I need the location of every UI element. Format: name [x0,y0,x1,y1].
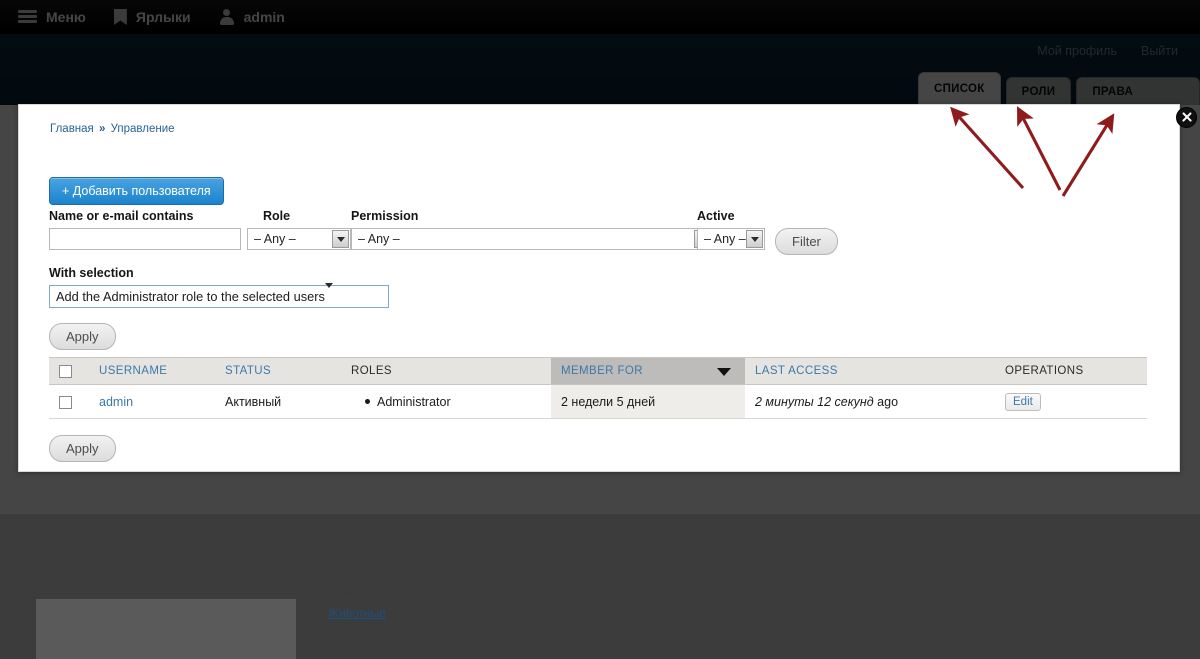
col-roles: ROLES [341,357,551,385]
cell-member-for: 2 недели 5 дней [551,384,745,419]
cell-operations: Edit [995,384,1147,419]
col-member-for-label: MEMBER FOR [561,365,643,377]
cell-status: Активный [215,384,341,419]
role-name: Administrator [377,394,451,409]
username-link[interactable]: admin [99,395,133,409]
bulk-action-value: Add the Administrator role to the select… [56,289,325,304]
row-select-cell [49,384,89,419]
users-table: USERNAME STATUS ROLES MEMBER FOR LAST AC… [49,357,1147,419]
chevron-down-icon [332,230,349,248]
active-filter-label: Active [697,209,735,223]
tag-link-zhivotnye[interactable]: Животные [328,606,386,620]
breadcrumb-separator: » [98,123,106,135]
col-operations: OPERATIONS [995,357,1147,385]
permission-filter-value: – Any – [358,232,400,246]
row-checkbox[interactable] [59,395,72,409]
tags-label: Tags: [328,583,357,597]
with-selection-label: With selection [49,266,134,280]
role-filter-select[interactable]: – Any – [247,228,351,250]
select-all-header [49,357,89,385]
last-access-value: 2 минуты 12 секунд [755,394,874,409]
cell-last-access: 2 минуты 12 секунд ago [745,384,995,419]
chevron-down-icon [746,230,763,248]
people-modal-dialog: Главная » Управление + Добавить пользова… [18,104,1180,472]
close-icon[interactable] [1176,107,1197,128]
name-filter-label: Name or e-mail contains [49,209,194,223]
col-status[interactable]: STATUS [215,357,341,385]
cell-username: admin [89,384,215,419]
role-filter-value: – Any – [254,232,296,246]
active-filter-value: – Any – [704,232,746,246]
name-filter-input[interactable] [49,228,241,250]
breadcrumb-home-link[interactable]: Главная [50,123,94,135]
col-username[interactable]: USERNAME [89,357,215,385]
role-filter-label: Role [263,209,291,223]
cell-roles: Administrator [341,384,551,419]
breadcrumb-current-link[interactable]: Управление [111,123,175,135]
background-image-placeholder [36,599,296,659]
table-header-row: USERNAME STATUS ROLES MEMBER FOR LAST AC… [49,357,1147,385]
apply-button-top[interactable]: Apply [49,323,116,350]
permission-filter-label: Permission [351,209,419,223]
tags-block: Tags: Животные [328,583,386,620]
breadcrumb: Главная » Управление [50,123,175,135]
table-row: admin Активный Administrator 2 недели 5 … [49,384,1147,419]
filter-button[interactable]: Filter [775,228,838,255]
bullet-icon [365,398,370,404]
bulk-action-select[interactable]: Add the Administrator role to the select… [49,283,389,308]
edit-button[interactable]: Edit [1005,392,1041,411]
apply-button-bottom[interactable]: Apply [49,435,116,462]
col-member-for[interactable]: MEMBER FOR [551,357,745,385]
col-last-access[interactable]: LAST ACCESS [745,357,995,385]
chevron-down-icon [324,283,333,305]
select-all-checkbox[interactable] [59,364,72,378]
active-filter-select[interactable]: – Any – [697,228,765,250]
sort-descending-icon [717,368,731,376]
permission-filter-select[interactable]: – Any – [351,228,713,250]
last-access-suffix: ago [877,394,899,409]
add-user-button[interactable]: + Добавить пользователя [49,177,224,205]
